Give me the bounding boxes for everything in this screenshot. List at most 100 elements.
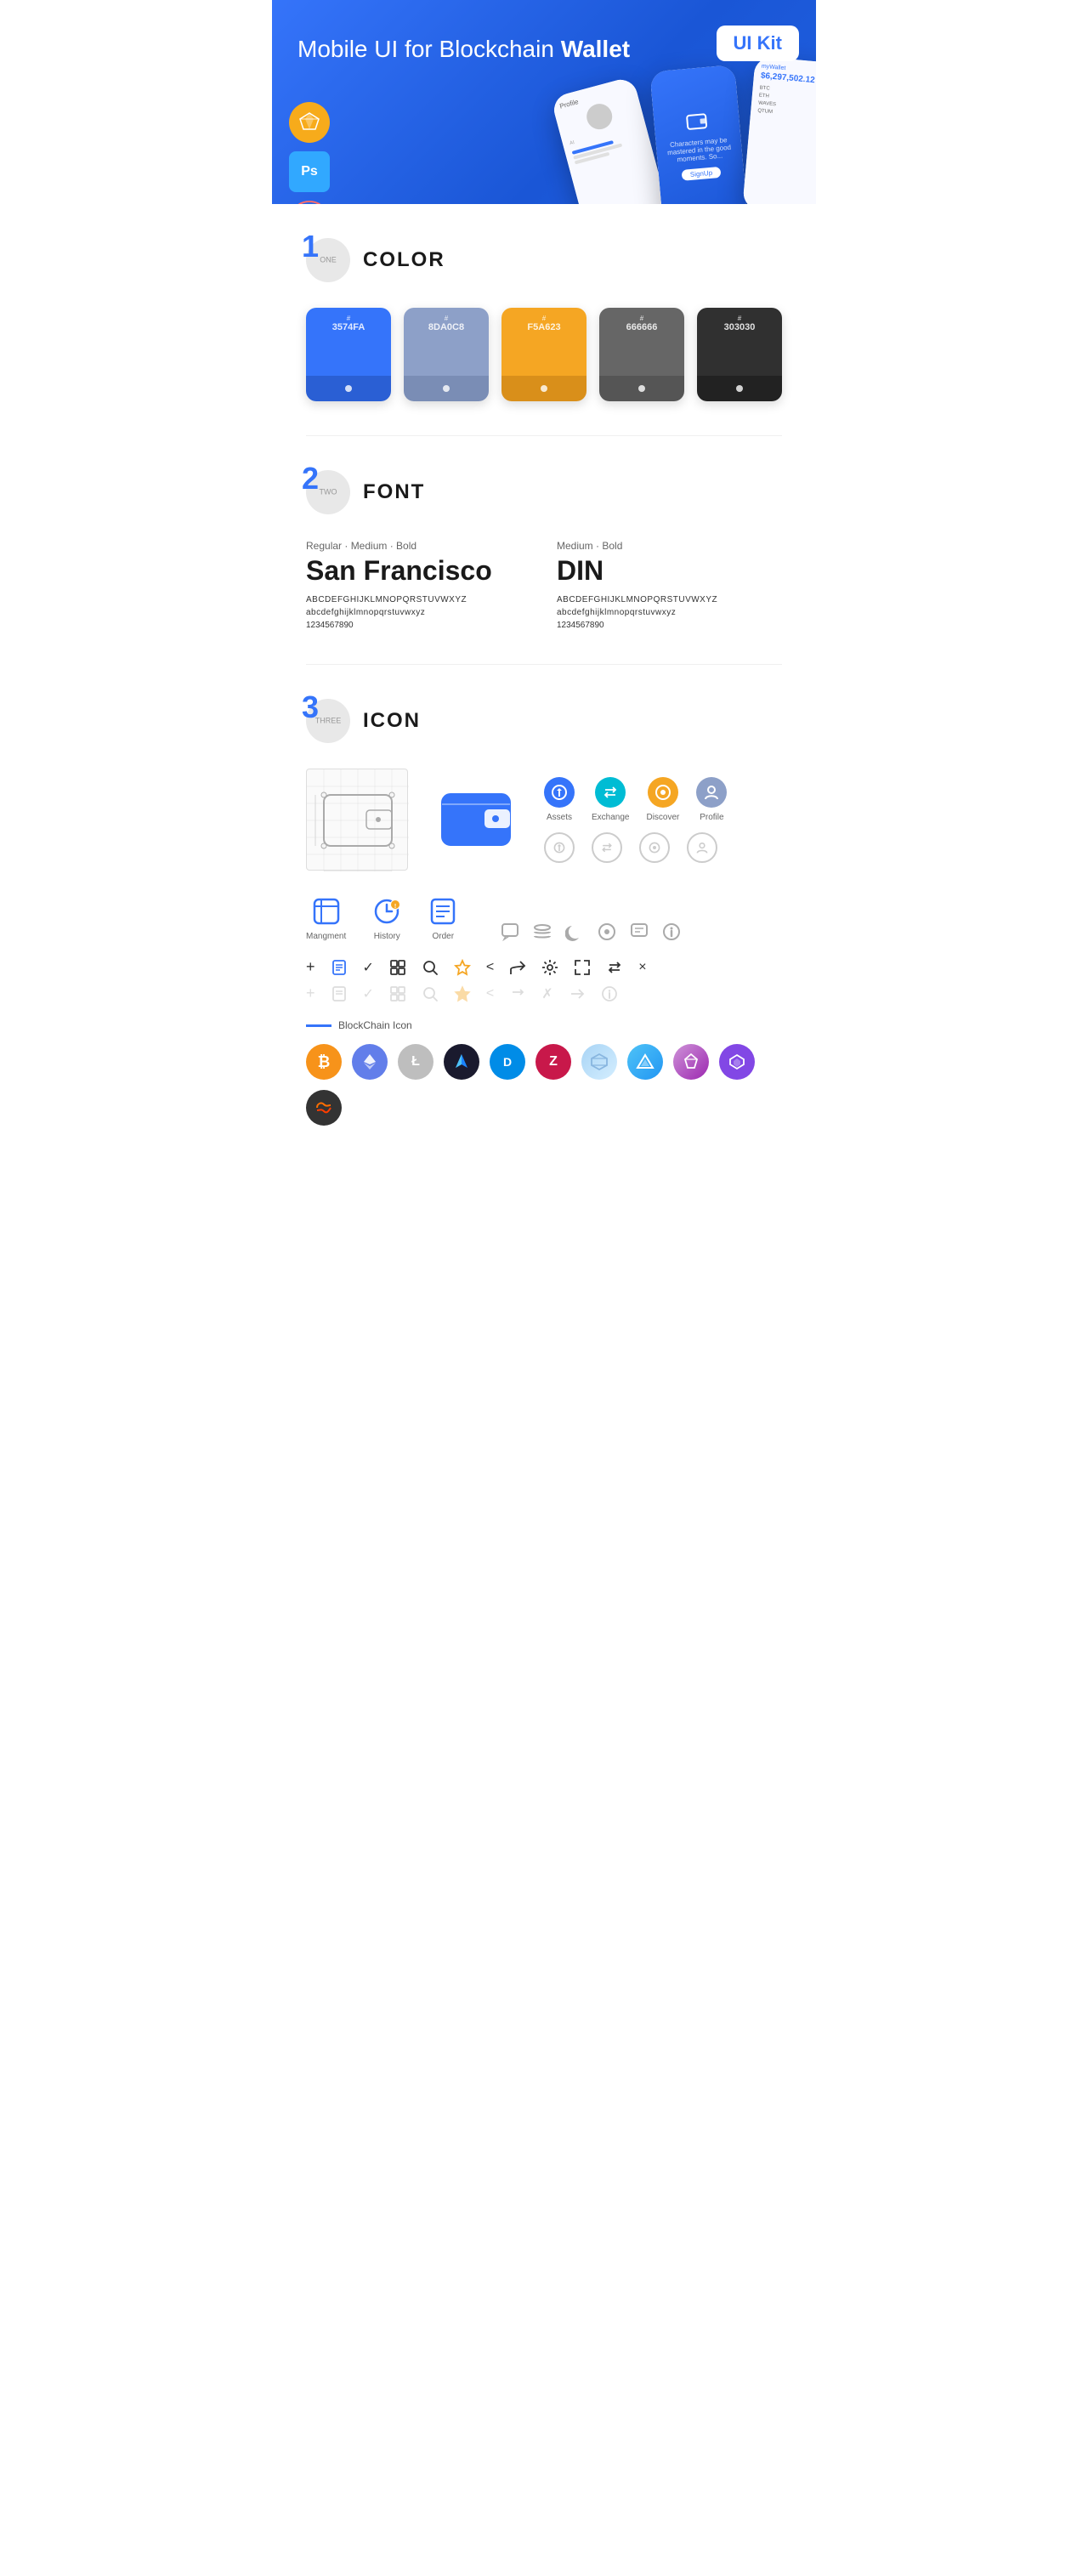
din-name: DIN: [557, 555, 782, 587]
history-icon: !: [371, 896, 402, 927]
font-din: Medium · Bold DIN ABCDEFGHIJKLMNOPQRSTUV…: [557, 540, 782, 630]
crystal-icon: [673, 1044, 709, 1080]
nav-icons-group: Assets Exchange Discover: [544, 777, 727, 863]
din-style-label: Medium · Bold: [557, 540, 782, 552]
share-icon: [509, 959, 526, 976]
color-section: 1 ONE COLOR # 3574FA # 8DA0C8: [272, 204, 816, 435]
icon-section-header: 3 THREE ICON: [306, 699, 782, 743]
assets-ghost-icon: [544, 832, 575, 863]
star-ghost-icon: [454, 985, 471, 1002]
font-grid: Regular · Medium · Bold San Francisco AB…: [306, 540, 782, 630]
management-icon-item: Mangment: [306, 896, 346, 941]
history-label: History: [374, 932, 400, 941]
management-label: Mangment: [306, 932, 346, 941]
icon-construction-grid: [306, 769, 408, 871]
plus-ghost-icon: +: [306, 984, 315, 1002]
sketch-badge: [289, 102, 330, 143]
doc-ghost-icon: [331, 985, 348, 1002]
nav-icons-top-row: Assets Exchange Discover: [544, 777, 727, 822]
exchange-ghost-icon: [592, 832, 622, 863]
litecoin-icon: Ł: [398, 1044, 434, 1080]
crypto-icons-row: ₿ Ł D Z: [306, 1044, 782, 1126]
font-section-title: FONT: [363, 480, 425, 504]
discover-icon-item: Discover: [646, 777, 679, 822]
sf-uppercase: ABCDEFGHIJKLMNOPQRSTUVWXYZ: [306, 595, 531, 604]
exchange-icon-item: Exchange: [592, 777, 629, 822]
color-swatch-blue: # 3574FA: [306, 308, 391, 401]
icon-wallet-blue: [425, 769, 527, 871]
zcoin-icon: Z: [536, 1044, 571, 1080]
din-lowercase: abcdefghijklmnopqrstuvwxyz: [557, 608, 782, 617]
order-icon-item: Order: [428, 896, 458, 941]
dash-icon: D: [490, 1044, 525, 1080]
discover-ghost-icon: [639, 832, 670, 863]
color-section-number: 1 ONE: [306, 238, 350, 282]
lattice-icon: [581, 1044, 617, 1080]
settings-icon: [541, 959, 558, 976]
circle-dot-icon: [598, 922, 616, 941]
moon-icon: [565, 922, 584, 941]
checkmark-icon: ✓: [363, 959, 374, 976]
hero-title: Mobile UI for Blockchain Wallet: [298, 34, 790, 65]
font-section: 2 TWO FONT Regular · Medium · Bold San F…: [272, 436, 816, 664]
sketch-icon: [298, 111, 321, 134]
plus-icon: +: [306, 958, 315, 976]
assets-icon: [544, 777, 575, 808]
chat-square-icon: [630, 922, 649, 941]
safe-icon: [627, 1044, 663, 1080]
grid-ghost-icon: [389, 985, 406, 1002]
curve-icon: [306, 1090, 342, 1126]
blockchain-text: BlockChain Icon: [338, 1019, 412, 1031]
nav-icons-bottom-row: [544, 832, 727, 863]
screens-badge: 60+ Screens: [289, 201, 330, 204]
discover-icon: [648, 777, 678, 808]
icon-construction-row: Assets Exchange Discover: [306, 769, 782, 871]
profile-icon-item: Profile: [696, 777, 727, 822]
check-ghost-icon: ✓: [363, 985, 374, 1002]
star-icon: [454, 959, 471, 976]
color-swatch-dark: # 303030: [697, 308, 782, 401]
sf-numbers: 1234567890: [306, 621, 531, 630]
din-uppercase: ABCDEFGHIJKLMNOPQRSTUVWXYZ: [557, 595, 782, 604]
profile-icon: [696, 777, 727, 808]
phone-mockups: Profile AI Characters may be mastered in…: [564, 68, 816, 204]
wallet-blue-svg: [438, 786, 514, 854]
left-chevron-icon: <: [486, 960, 494, 975]
bitcoin-icon: ₿: [306, 1044, 342, 1080]
hero-badges: Ps 60+ Screens: [289, 102, 330, 204]
hero-section: UI Kit Mobile UI for Blockchain Wallet P…: [272, 0, 816, 204]
color-swatches: # 3574FA # 8DA0C8 # F5A623: [306, 308, 782, 401]
din-numbers: 1234567890: [557, 621, 782, 630]
svg-text:!: !: [394, 904, 396, 910]
sf-name: San Francisco: [306, 555, 531, 587]
profile-ghost-icon: [687, 832, 717, 863]
color-swatch-orange: # F5A623: [502, 308, 586, 401]
search-icon: [422, 959, 439, 976]
construction-svg: [307, 769, 409, 871]
grid-icon: [389, 959, 406, 976]
management-icons-row: Mangment ! History Order: [306, 896, 782, 941]
font-section-header: 2 TWO FONT: [306, 470, 782, 514]
color-section-title: COLOR: [363, 248, 445, 272]
icon-section: 3 THREE ICON: [272, 665, 816, 1160]
font-section-number: 2 TWO: [306, 470, 350, 514]
doc-list-icon: [331, 959, 348, 976]
order-icon: [428, 896, 458, 927]
management-icon: [311, 896, 342, 927]
x-ghost-icon: ✗: [541, 985, 552, 1002]
right-arrow-ghost-icon: [569, 985, 586, 1002]
icon-section-number: 3 THREE: [306, 699, 350, 743]
assets-label: Assets: [547, 813, 572, 822]
sf-style-label: Regular · Medium · Bold: [306, 540, 531, 552]
wings-icon: [444, 1044, 479, 1080]
blockchain-label: BlockChain Icon: [306, 1019, 782, 1031]
search-ghost-icon: [422, 985, 439, 1002]
layers-icon: [533, 922, 552, 941]
color-swatch-slate: # 8DA0C8: [404, 308, 489, 401]
sf-lowercase: abcdefghijklmnopqrstuvwxyz: [306, 608, 531, 617]
matic-icon: [719, 1044, 755, 1080]
left-chevron-ghost-icon: <: [486, 986, 494, 1001]
ethereum-icon: [352, 1044, 388, 1080]
arrows-ghost-icon: [509, 985, 526, 1002]
phone-mockup-3: myWallet $6,297,502.12 BTC+5% ETH+3% WAV…: [742, 56, 816, 204]
